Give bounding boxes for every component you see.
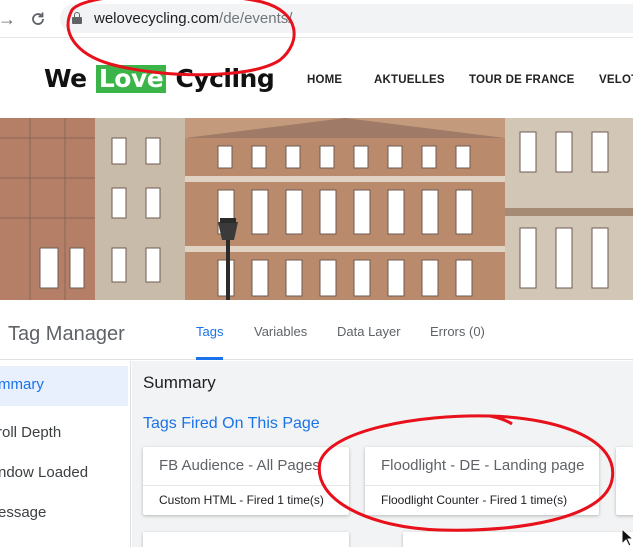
screenshot-root: → welovecycling.com/de/events/ We Love C… [0, 0, 633, 547]
tag-card-subtitle: Floodlight Counter - Fired 1 time(s) [381, 493, 568, 507]
tab-errors[interactable]: Errors (0) [430, 324, 485, 340]
card-divider [143, 485, 349, 486]
menu-item-aktuelles[interactable]: AKTUELLES [374, 74, 445, 86]
sidebar-item-message[interactable]: essage [0, 504, 46, 522]
tag-card-lower[interactable] [143, 532, 349, 547]
menu-item-velot[interactable]: VELOT [599, 74, 633, 86]
tab-tags[interactable]: Tags [196, 324, 223, 340]
hero-image [0, 118, 633, 300]
tag-card-title: Floodlight - DE - Landing page [381, 457, 585, 474]
forward-arrow-icon[interactable]: → [0, 9, 17, 29]
tag-manager-title: Tag Manager [8, 323, 125, 345]
tab-variables[interactable]: Variables [254, 324, 307, 340]
summary-title: Summary [143, 373, 216, 392]
browser-toolbar: → welovecycling.com/de/events/ [0, 0, 633, 38]
menu-item-home[interactable]: HOME [307, 74, 342, 86]
tag-card-subtitle: Custom HTML - Fired 1 time(s) [159, 493, 324, 507]
logo-we: We [44, 64, 87, 93]
tab-data-layer[interactable]: Data Layer [337, 324, 401, 340]
tag-card[interactable]: FB Audience - All Pages Custom HTML - Fi… [143, 447, 349, 515]
site-logo[interactable]: We Love Cycling [44, 64, 275, 94]
sidebar-item-summary[interactable]: mmary [0, 376, 44, 394]
lock-icon[interactable] [72, 12, 82, 25]
url-text[interactable]: welovecycling.com/de/events/ [94, 10, 292, 27]
tag-card-title: FB Audience - All Pages [159, 457, 320, 474]
summary-panel: Summary Tags Fired On This Page FB Audie… [132, 361, 633, 547]
tag-card-lower[interactable] [403, 532, 633, 547]
logo-love: Love [95, 65, 167, 93]
tag-card[interactable]: Floodlight - DE - Landing page Floodligh… [365, 447, 599, 515]
url-path: /de/events/ [219, 10, 293, 27]
logo-cycling: Cycling [175, 64, 275, 93]
event-sidebar: mmary roll Depth ndow Loaded essage [0, 361, 131, 547]
address-bar[interactable]: welovecycling.com/de/events/ [60, 4, 633, 33]
tag-manager-header: Tag Manager Tags Variables Data Layer Er… [0, 300, 633, 360]
site-header: We Love Cycling HOME AKTUELLES TOUR DE F… [0, 39, 633, 118]
sidebar-item-scroll-depth[interactable]: roll Depth [0, 424, 61, 442]
card-divider [365, 485, 599, 486]
menu-item-tour-de-france[interactable]: TOUR DE FRANCE [469, 74, 574, 86]
tags-fired-heading: Tags Fired On This Page [143, 415, 320, 432]
active-tab-indicator [196, 357, 223, 360]
url-host: welovecycling.com [94, 10, 220, 27]
reload-icon[interactable] [28, 9, 48, 29]
sidebar-item-window-loaded[interactable]: ndow Loaded [0, 464, 88, 482]
tag-card-partial[interactable] [616, 447, 633, 515]
mouse-cursor-icon [621, 528, 633, 547]
